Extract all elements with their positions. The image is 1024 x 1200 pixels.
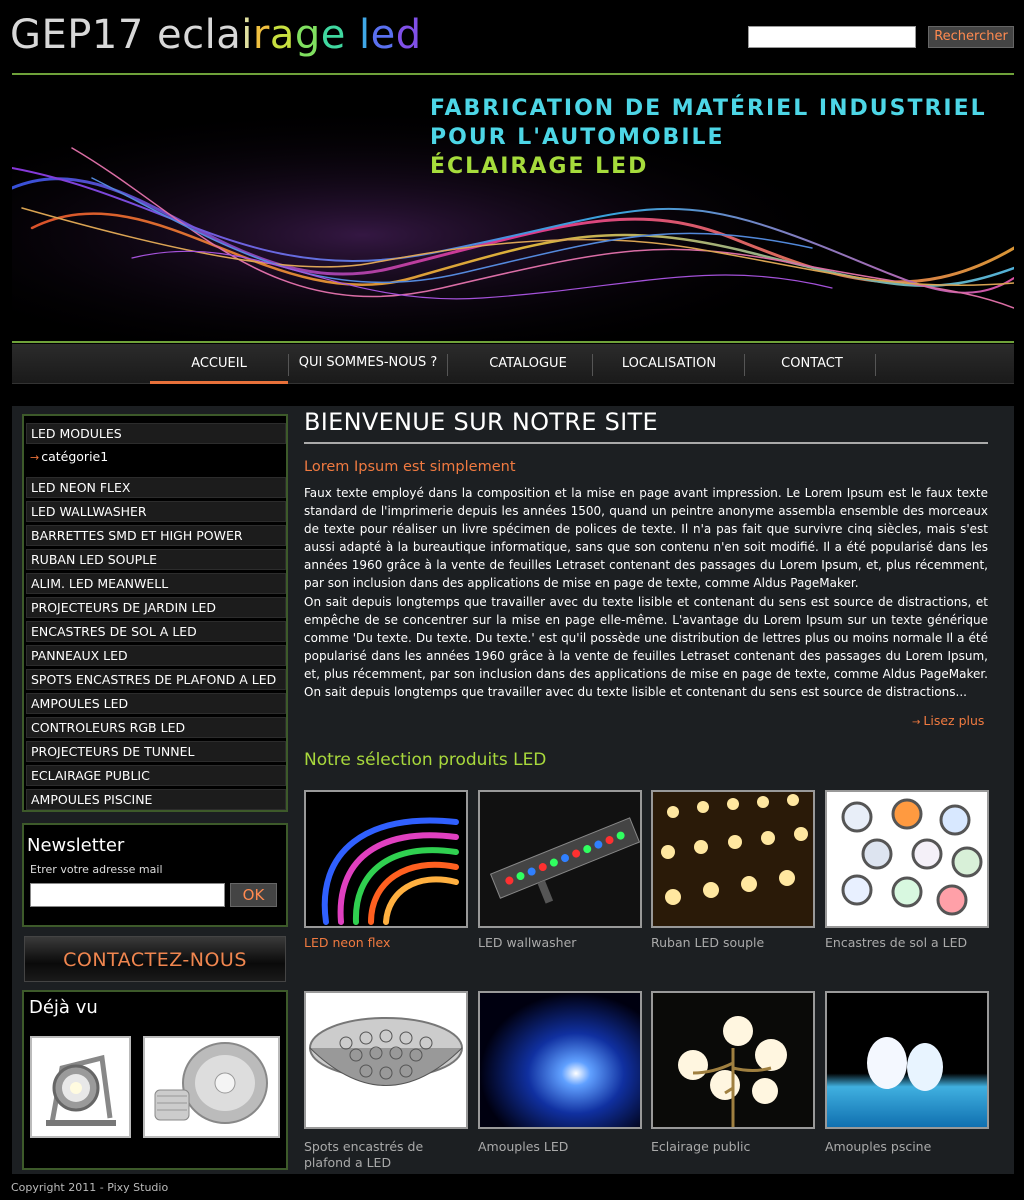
product-thumbnail[interactable] (304, 790, 468, 928)
ceiling-light-image (306, 993, 466, 1127)
category-item[interactable]: ENCASTRES DE SOL A LED (26, 621, 286, 642)
category-item[interactable]: PANNEAUX LED (26, 645, 286, 666)
nav-item-contact[interactable]: CONTACT (745, 344, 879, 384)
contact-us-button[interactable]: CONTACTEZ-NOUS (24, 936, 286, 982)
product-thumbnail[interactable] (478, 991, 642, 1129)
site-logo[interactable]: GEP17 eclairage led (10, 12, 422, 58)
logo-part: e (370, 12, 396, 58)
footer-copyright: Copyright 2011 - Pixy Studio (11, 1181, 169, 1194)
led-bulb-image (145, 1038, 278, 1136)
nav-separator (875, 354, 876, 376)
category-item[interactable]: LED NEON FLEX (26, 477, 286, 498)
subcategory-item[interactable]: → catégorie1 (30, 449, 108, 464)
floor-lights-image (827, 792, 987, 926)
category-item[interactable]: ALIM. LED MEANWELL (26, 573, 286, 594)
banner-line-2: POUR L'AUTOMOBILE (430, 125, 725, 150)
arrow-right-icon: → (912, 717, 921, 728)
wallwasher-image (480, 792, 640, 926)
header: GEP17 eclairage led Rechercher (0, 0, 1024, 76)
product-label[interactable]: Eclairage public (651, 1139, 819, 1155)
intro-text: Faux texte employé dans la composition e… (304, 484, 988, 701)
search-button[interactable]: Rechercher (928, 26, 1014, 48)
read-more-label: Lisez plus (923, 713, 985, 728)
product-label[interactable]: Spots encastrés de plafond a LED (304, 1139, 472, 1171)
logo-part: e (320, 12, 360, 58)
product-label[interactable]: Encastres de sol a LED (825, 935, 993, 951)
pool-lights-image (827, 993, 987, 1127)
category-item[interactable]: PROJECTEURS DE JARDIN LED (26, 597, 286, 618)
banner-line-1: FABRICATION DE MATÉRIEL INDUSTRIEL (430, 96, 987, 121)
search-input[interactable] (748, 26, 916, 48)
read-more-link[interactable]: → Lisez plus (912, 713, 984, 728)
logo-part: l (359, 12, 371, 58)
selection-title: Notre sélection produits LED (304, 750, 547, 770)
recently-viewed-item[interactable] (143, 1036, 280, 1138)
recently-viewed-title: Déjà vu (29, 997, 98, 1018)
nav-item-catalogue[interactable]: CATALOGUE (448, 344, 608, 384)
banner-text: FABRICATION DE MATÉRIEL INDUSTRIEL POUR … (430, 94, 987, 181)
category-item[interactable]: RUBAN LED SOUPLE (26, 549, 286, 570)
product-label[interactable]: Amouples pscine (825, 1139, 993, 1155)
category-item[interactable]: LED WALLWASHER (26, 501, 286, 522)
subcategory-label: catégorie1 (41, 449, 109, 464)
recently-viewed-item[interactable] (30, 1036, 131, 1138)
category-item[interactable]: LED MODULES (26, 423, 286, 444)
nav-active-indicator (150, 381, 288, 384)
product-label[interactable]: LED wallwasher (478, 935, 646, 951)
newsletter-email-field[interactable] (30, 883, 225, 907)
category-item[interactable]: BARRETTES SMD ET HIGH POWER (26, 525, 286, 546)
intro-paragraph: On sait depuis longtemps que travailler … (304, 594, 988, 700)
product-label[interactable]: LED neon flex (304, 935, 472, 951)
blue-led-image (480, 993, 640, 1127)
category-item[interactable]: AMPOULES PISCINE (26, 789, 286, 810)
product-label[interactable]: Amouples LED (478, 1139, 646, 1155)
product-thumbnail[interactable] (478, 790, 642, 928)
category-item[interactable]: SPOTS ENCASTRES DE PLAFOND A LED (26, 669, 286, 690)
neon-flex-image (306, 792, 466, 926)
banner: FABRICATION DE MATÉRIEL INDUSTRIEL POUR … (12, 78, 1014, 340)
logo-part: d (395, 12, 422, 58)
product-thumbnail[interactable] (651, 790, 815, 928)
product-thumbnail[interactable] (825, 991, 989, 1129)
logo-part: i (241, 12, 253, 58)
page-title: BIENVENUE SUR NOTRE SITE (304, 408, 658, 436)
banner-line-3: ÉCLAIRAGE LED (430, 154, 649, 179)
category-item[interactable]: CONTROLEURS RGB LED (26, 717, 286, 738)
newsletter-title: Newsletter (27, 835, 125, 856)
banner-divider (12, 341, 1014, 343)
work-lamp-image (32, 1038, 129, 1136)
newsletter-label: Etrer votre adresse mail (30, 863, 163, 876)
category-item[interactable]: AMPOULES LED (26, 693, 286, 714)
logo-part: a (269, 12, 295, 58)
street-lamp-image (653, 993, 813, 1127)
logo-part: r (252, 12, 270, 58)
product-thumbnail[interactable] (825, 790, 989, 928)
nav-item-localisation[interactable]: LOCALISATION (593, 344, 745, 384)
title-divider (304, 442, 988, 444)
nav-item-accueil[interactable]: ACCUEIL (150, 344, 288, 384)
intro-paragraph: Faux texte employé dans la composition e… (304, 486, 988, 591)
led-strip-image (653, 792, 813, 926)
arrow-right-icon: → (30, 451, 40, 464)
section-subtitle: Lorem Ipsum est simplement (304, 459, 516, 475)
nav-item-qui-sommes-nous[interactable]: QUI SOMMES-NOUS ? (289, 344, 447, 384)
product-label[interactable]: Ruban LED souple (651, 935, 819, 951)
product-thumbnail[interactable] (304, 991, 468, 1129)
category-item[interactable]: PROJECTEURS DE TUNNEL (26, 741, 286, 762)
main-nav: ACCUEIL QUI SOMMES-NOUS ? CATALOGUE LOCA… (12, 344, 1014, 384)
header-divider (12, 73, 1014, 75)
product-thumbnail[interactable] (651, 991, 815, 1129)
logo-part: GEP17 ecla (10, 12, 242, 58)
logo-part: g (294, 12, 321, 58)
category-item[interactable]: ECLAIRAGE PUBLIC (26, 765, 286, 786)
newsletter-ok-button[interactable]: OK (230, 883, 277, 907)
